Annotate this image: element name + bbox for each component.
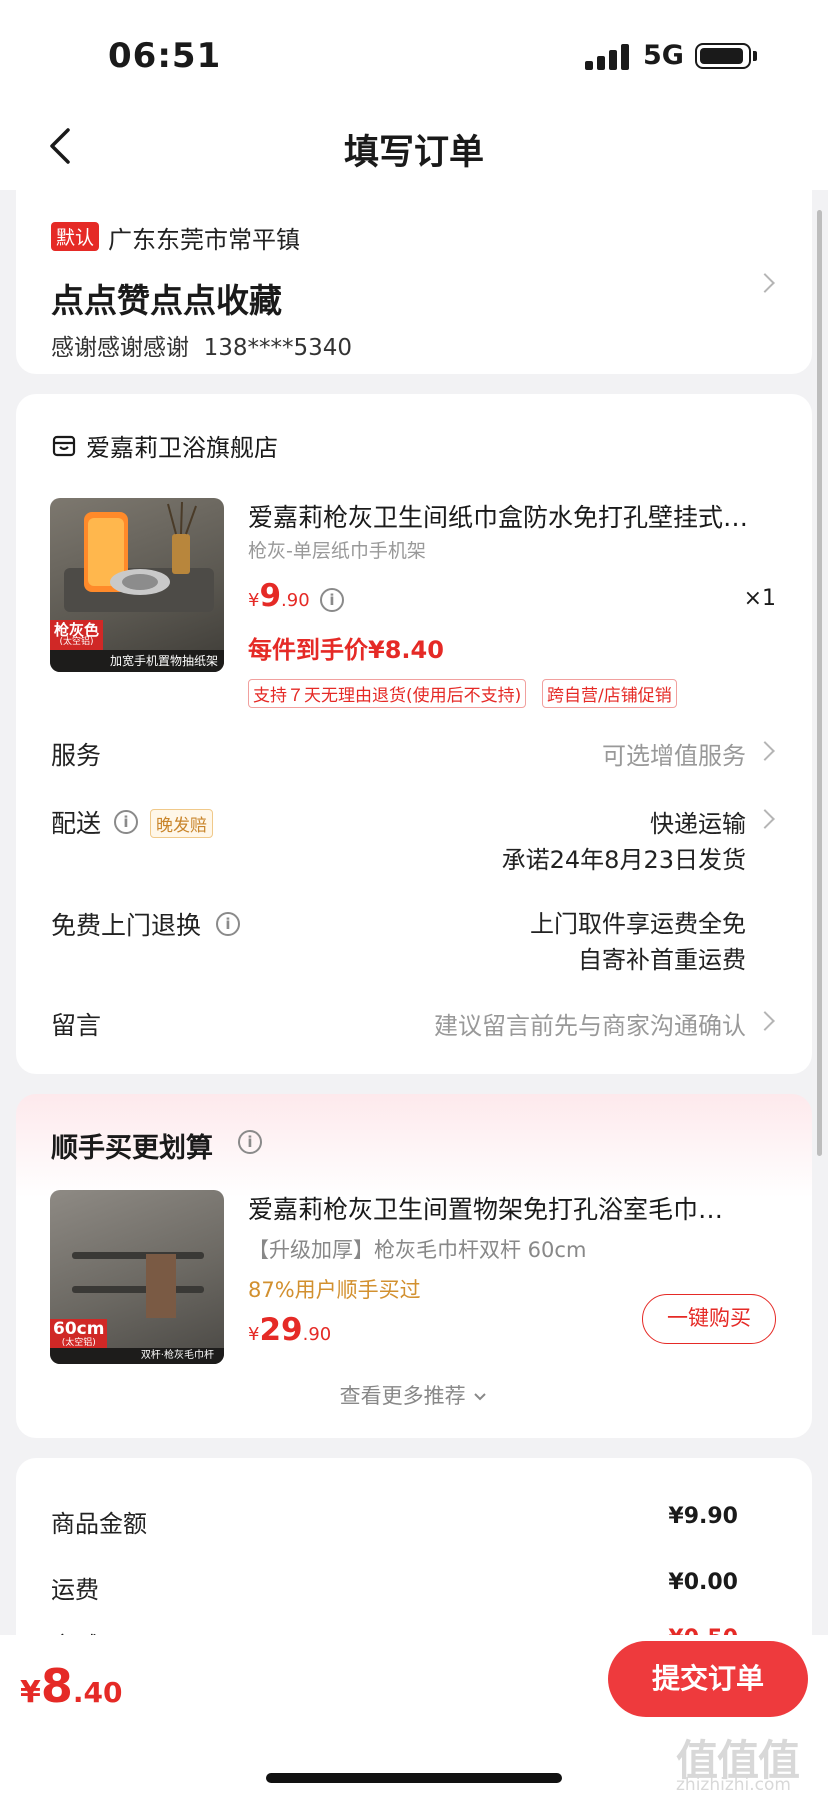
discount-value: -¥0.50 <box>659 1626 738 1635</box>
recommend-image-strip: 双杆·枪灰毛巾杆 <box>50 1348 224 1364</box>
promotion-tag: 跨自营/店铺促销 <box>542 679 677 708</box>
towel-bar-lower <box>72 1286 204 1293</box>
shop-icon <box>52 435 76 457</box>
late-delivery-tag: 晚发赔 <box>150 809 213 838</box>
recommend-product-image[interactable]: 60cm (太空铝) 双杆·枪灰毛巾杆 <box>50 1190 224 1364</box>
service-value[interactable]: 可选增值服务 <box>602 736 746 771</box>
product-quantity: ×1 <box>743 586 776 611</box>
message-label: 留言 <box>51 1011 102 1040</box>
return-label: 免费上门退换 <box>51 911 202 940</box>
towel-bar-upper <box>72 1252 204 1259</box>
towel-shape <box>146 1254 176 1318</box>
message-input[interactable]: 建议留言前先与商家沟通确认 <box>434 1006 746 1041</box>
more-recommend-link[interactable]: 查看更多推荐 <box>16 1380 812 1410</box>
contact-name: 感谢感谢感谢 <box>51 335 189 361</box>
status-bar: 06:51 5G <box>0 0 828 110</box>
delivery-value[interactable]: 快递运输 <box>650 804 746 839</box>
service-label: 服务 <box>51 741 102 770</box>
recommend-product-price: ¥29.90 <box>248 1312 332 1348</box>
recommend-image-badge: 60cm (太空铝) <box>50 1319 108 1350</box>
discount-label: 立减 <box>51 1626 99 1635</box>
return-policy-tag: 支持７天无理由退货(使用后不支持) <box>248 679 527 708</box>
order-total: ¥8.40 <box>20 1659 123 1713</box>
watermark-url: zhizhizhi.com <box>676 1775 791 1795</box>
status-time: 06:51 <box>108 36 222 76</box>
chevron-down-icon <box>474 1393 487 1401</box>
recommend-product-title[interactable]: 爱嘉莉枪灰卫生间置物架免打孔浴室毛巾… <box>248 1190 788 1226</box>
contact-phone: 138****5340 <box>203 335 353 361</box>
page-title: 填写订单 <box>343 133 484 173</box>
goods-amount-label: 商品金额 <box>51 1510 147 1538</box>
address-card[interactable]: 默认 广东东莞市常平镇 点点赞点点收藏 感谢感谢感谢 138****5340 <box>16 190 812 374</box>
nav-bar: 填写订单 <box>0 110 828 190</box>
delivery-info-icon[interactable]: i <box>114 810 138 834</box>
unit-price: 每件到手价¥8.40 <box>248 636 444 664</box>
order-card: 爱嘉莉卫浴旗舰店 枪灰色 (太空铝) 加宽手机置物抽纸架 爱嘉莉枪灰卫生间纸巾盒… <box>16 394 812 1074</box>
one-click-buy-button[interactable]: 一键购买 <box>642 1294 776 1344</box>
recommend-product-spec: 【升级加厚】枪灰毛巾杆双杆 60cm <box>248 1238 587 1262</box>
default-tag: 默认 <box>51 222 100 251</box>
product-image[interactable]: 枪灰色 (太空铝) 加宽手机置物抽纸架 <box>50 498 224 672</box>
order-content: 默认 广东东莞市常平镇 点点赞点点收藏 感谢感谢感谢 138****5340 爱… <box>0 190 828 1635</box>
product-spec: 枪灰-单层纸巾手机架 <box>248 540 426 562</box>
address-contact: 感谢感谢感谢 138****5340 <box>51 328 352 362</box>
shop-name[interactable]: 爱嘉莉卫浴旗舰店 <box>86 428 278 463</box>
recommend-title: 顺手买更划算 <box>51 1133 213 1164</box>
address-detail: 点点赞点点收藏 <box>51 281 282 320</box>
price-summary-card: 商品金额 ¥9.90 运费 ¥0.00 立减 -¥0.50 <box>16 1458 812 1635</box>
signal-icon <box>585 44 629 70</box>
delivery-label: 配送 <box>51 809 102 838</box>
message-chevron-icon <box>755 1011 775 1031</box>
product-price: ¥9.90 <box>248 578 310 614</box>
delivery-promise: 承诺24年8月23日发货 <box>501 846 746 874</box>
recommend-bought-rate: 87%用户顺手买过 <box>248 1278 421 1302</box>
recommend-info-icon[interactable]: i <box>238 1130 262 1154</box>
product-image-strip: 加宽手机置物抽纸架 <box>50 650 224 672</box>
delivery-chevron-icon <box>755 809 775 829</box>
return-info-icon[interactable]: i <box>216 912 240 936</box>
checkout-bar: ¥8.40 提交订单 值值值 zhizhizhi.com <box>0 1635 828 1795</box>
recommend-card: 顺手买更划算 i 60cm (太空铝) 双杆·枪灰毛巾杆 爱嘉莉枪灰卫生间置物架… <box>16 1094 812 1438</box>
address-region: 广东东莞市常平镇 <box>108 226 300 254</box>
shipping-value: ¥0.00 <box>668 1570 738 1595</box>
product-image-badge: 枪灰色 (太空铝) <box>50 619 104 650</box>
return-value-1: 上门取件享运费全免 <box>530 910 746 938</box>
network-type: 5G <box>643 40 684 71</box>
goods-amount-value: ¥9.90 <box>668 1504 738 1529</box>
submit-order-button[interactable]: 提交订单 <box>608 1641 808 1717</box>
price-info-icon[interactable]: i <box>320 588 344 612</box>
address-chevron-icon <box>755 273 775 293</box>
home-indicator[interactable] <box>266 1773 562 1783</box>
battery-nub <box>753 51 757 61</box>
battery-icon <box>695 43 751 69</box>
service-chevron-icon <box>755 741 775 761</box>
shipping-label: 运费 <box>51 1576 99 1604</box>
return-value-2: 自寄补首重运费 <box>578 946 746 974</box>
product-title[interactable]: 爱嘉莉枪灰卫生间纸巾盒防水免打孔壁挂式… <box>248 498 768 534</box>
